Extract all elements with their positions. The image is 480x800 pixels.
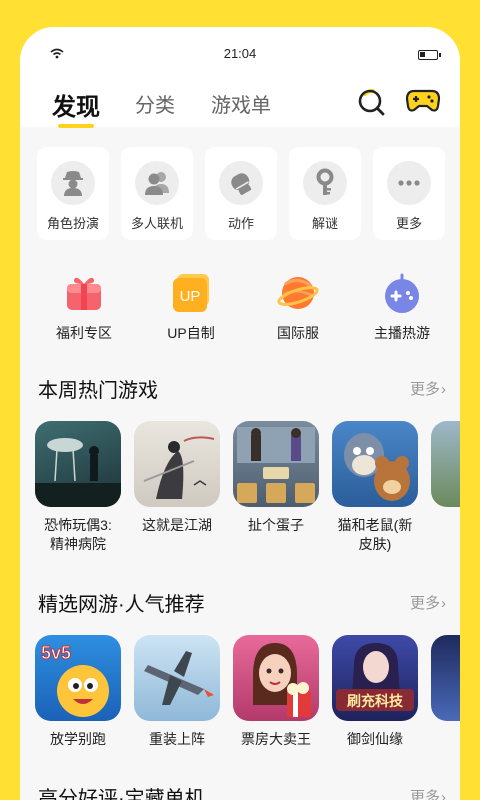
- game-icon: [134, 421, 220, 507]
- status-time: 21:04: [223, 46, 257, 61]
- game-item[interactable]: 扯个蛋子: [228, 421, 324, 535]
- category-label: 多人联机: [130, 216, 183, 231]
- users-icon: [135, 161, 179, 205]
- category-card-role-play[interactable]: 角色扮演: [37, 147, 109, 240]
- game-name: 放学别跑: [50, 731, 106, 747]
- game-icon: 刷充科技: [332, 635, 418, 721]
- game-icon: [233, 635, 319, 721]
- more-label: 更多: [409, 595, 440, 612]
- category-card-action[interactable]: 动作: [205, 147, 277, 240]
- feature-shortcuts: 福利专区 UP UP自制 国际服 主播热游: [20, 272, 460, 347]
- category-card-multiplayer[interactable]: 多人联机: [121, 147, 193, 240]
- tab-game-list[interactable]: 游戏单: [211, 89, 271, 118]
- category-shortcuts: 角色扮演 多人联机 动作 解谜 更多: [37, 147, 447, 242]
- art-5v5-text: 5v5: [41, 643, 71, 663]
- game-item[interactable]: 这就是江湖: [129, 421, 225, 535]
- feature-international[interactable]: 国际服: [243, 272, 353, 343]
- key-icon: [303, 161, 347, 205]
- game-icon: [431, 635, 460, 721]
- game-name: 扯个蛋子: [248, 517, 304, 533]
- search-icon[interactable]: [355, 87, 389, 122]
- detective-icon: [51, 161, 95, 205]
- section-title-featured-online: 精选网游·人气推荐: [38, 594, 205, 616]
- game-icon: [35, 421, 121, 507]
- game-name: 票房大卖王: [241, 731, 311, 747]
- game-row-featured-online: 5v5 放学别跑 重装上阵 票房大卖王 刷充科技 御剑仙缘: [20, 635, 460, 785]
- game-name: 猫和老鼠(新 皮肤): [337, 517, 413, 552]
- active-tab-indicator: [58, 124, 94, 128]
- gift-icon: [63, 272, 105, 314]
- feature-streamer-hot[interactable]: 主播热游: [347, 272, 457, 343]
- game-name: 恐龙: [426, 516, 460, 535]
- planet-icon: [277, 272, 319, 314]
- game-item[interactable]: 5v5 放学别跑: [30, 635, 126, 749]
- game-name: 重装上阵: [149, 731, 205, 747]
- game-icon: [233, 421, 319, 507]
- up-badge-icon: UP: [170, 272, 212, 314]
- feature-label: UP自制: [167, 325, 215, 341]
- section-title-high-rated: 高分好评·宝藏单机: [38, 788, 205, 800]
- game-item[interactable]: 票房大卖王: [228, 635, 324, 749]
- game-name: 这就是江湖: [142, 517, 212, 533]
- chevron-right-icon: ›: [441, 595, 446, 612]
- game-name: 恐怖玩偶3: 精神病院: [44, 517, 112, 552]
- more-label: 更多: [409, 381, 440, 398]
- game-name: 御剑仙缘: [347, 731, 403, 747]
- game-row-weekly-hot: 恐怖玩偶3: 精神病院 这就是江湖 扯个蛋子 猫和老鼠(新 皮肤): [20, 421, 460, 571]
- tab-category[interactable]: 分类: [135, 89, 175, 118]
- chevron-right-icon: ›: [441, 789, 446, 800]
- feature-up-made[interactable]: UP UP自制: [136, 272, 246, 343]
- game-icon: [134, 635, 220, 721]
- boxing-glove-icon: [219, 161, 263, 205]
- game-icon: 5v5: [35, 635, 121, 721]
- feature-label: 福利专区: [56, 325, 112, 341]
- art-title-text: 刷充科技: [347, 693, 404, 710]
- game-item[interactable]: 恐怖玩偶3: 精神病院: [30, 421, 126, 554]
- category-label: 更多: [395, 216, 422, 231]
- more-link-featured-online[interactable]: 更多›: [410, 592, 446, 613]
- category-card-more[interactable]: 更多: [373, 147, 445, 240]
- feature-welfare[interactable]: 福利专区: [29, 272, 139, 343]
- game-name: 时空: [426, 730, 460, 749]
- feature-label: 主播热游: [374, 325, 430, 341]
- app-screen: 21:04 发现 分类 游戏单 角色扮演 多人联机 动作 解谜 更多 福利专区 …: [20, 27, 460, 800]
- game-item[interactable]: 时空: [426, 635, 460, 749]
- category-label: 角色扮演: [46, 216, 99, 231]
- top-tabs: 发现 分类 游戏单: [20, 87, 460, 131]
- game-item[interactable]: 恐龙: [426, 421, 460, 535]
- battery-icon: [418, 50, 441, 60]
- chevron-right-icon: ›: [441, 381, 446, 398]
- up-badge-text: UP: [180, 288, 201, 305]
- tab-discover[interactable]: 发现: [52, 87, 100, 122]
- more-dots-icon: [387, 161, 431, 205]
- game-icon: [431, 421, 460, 507]
- more-label: 更多: [409, 789, 440, 800]
- game-controller-icon[interactable]: [405, 87, 441, 120]
- feature-label: 国际服: [277, 325, 319, 341]
- game-icon: [332, 421, 418, 507]
- category-card-puzzle[interactable]: 解谜: [289, 147, 361, 240]
- game-item[interactable]: 刷充科技 御剑仙缘: [327, 635, 423, 749]
- section-title-weekly-hot: 本周热门游戏: [38, 380, 158, 402]
- more-link-weekly-hot[interactable]: 更多›: [410, 378, 446, 399]
- status-bar: 21:04: [20, 45, 460, 65]
- category-label: 动作: [227, 216, 254, 231]
- game-item[interactable]: 猫和老鼠(新 皮肤): [327, 421, 423, 554]
- more-link-high-rated[interactable]: 更多›: [410, 786, 446, 800]
- category-label: 解谜: [311, 216, 338, 231]
- gamepad-icon: [381, 272, 423, 314]
- game-item[interactable]: 重装上阵: [129, 635, 225, 749]
